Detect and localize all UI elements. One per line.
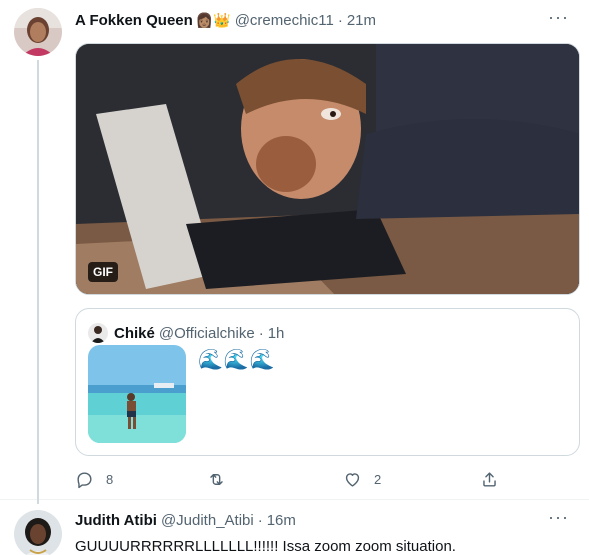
reply-header: Judith Atibi @Judith_Atibi · 16m ···	[75, 508, 579, 530]
display-name[interactable]: A Fokken Queen	[75, 12, 193, 29]
share-icon	[483, 471, 496, 487]
quote-timestamp: 1h	[267, 324, 285, 342]
share-button[interactable]	[480, 470, 499, 489]
reply-timestamp[interactable]: 16m	[267, 512, 296, 529]
reply-handle[interactable]: @Judith_Atibi	[161, 512, 254, 529]
more-options-icon[interactable]: ···	[548, 8, 569, 26]
quote-image	[88, 345, 186, 443]
quote-separator: ·	[258, 324, 264, 342]
retweet-button[interactable]	[207, 470, 238, 489]
reply-button[interactable]: 8	[75, 470, 113, 489]
tweet[interactable]: A Fokken Queen 👩🏽👑 @cremechic11 · 21m ··…	[0, 0, 589, 504]
action-bar: 8 2	[75, 466, 505, 492]
gif-badge: GIF	[88, 262, 118, 282]
quote-display-name: Chiké	[114, 324, 155, 342]
timestamp[interactable]: 21m	[347, 12, 376, 29]
reply-count: 8	[106, 471, 114, 487]
avatar[interactable]	[14, 8, 62, 56]
quote-header: Chiké @Officialchike · 1h	[88, 323, 284, 343]
quote-avatar	[88, 323, 108, 343]
like-button[interactable]: 2	[343, 470, 381, 489]
retweet-icon	[210, 473, 223, 485]
reply-display-name[interactable]: Judith Atibi	[75, 512, 157, 529]
handle[interactable]: @cremechic11	[235, 12, 334, 29]
reply-icon	[77, 471, 92, 488]
quoted-tweet[interactable]: Chiké @Officialchike · 1h 🌊🌊🌊	[75, 308, 580, 456]
name-emoji: 👩🏽👑	[195, 11, 231, 28]
like-count: 2	[374, 471, 382, 487]
quote-handle: @Officialchike	[158, 324, 255, 342]
reply-more-options-icon[interactable]: ···	[548, 508, 569, 526]
reply-text: GUUUURRRRRRLLLLLLL!!!!!! Issa zoom zoom …	[75, 538, 456, 555]
reply-tweet[interactable]: Judith Atibi @Judith_Atibi · 16m ··· GUU…	[0, 500, 589, 555]
heart-icon	[345, 472, 360, 487]
tweet-header: A Fokken Queen 👩🏽👑 @cremechic11 · 21m ··…	[75, 8, 579, 30]
separator: ·	[337, 11, 343, 29]
thread-line	[37, 60, 39, 504]
gif-media[interactable]: GIF	[75, 43, 580, 295]
quote-text: 🌊🌊🌊	[198, 349, 276, 371]
reply-avatar[interactable]	[14, 510, 62, 555]
reply-separator: ·	[257, 511, 263, 529]
